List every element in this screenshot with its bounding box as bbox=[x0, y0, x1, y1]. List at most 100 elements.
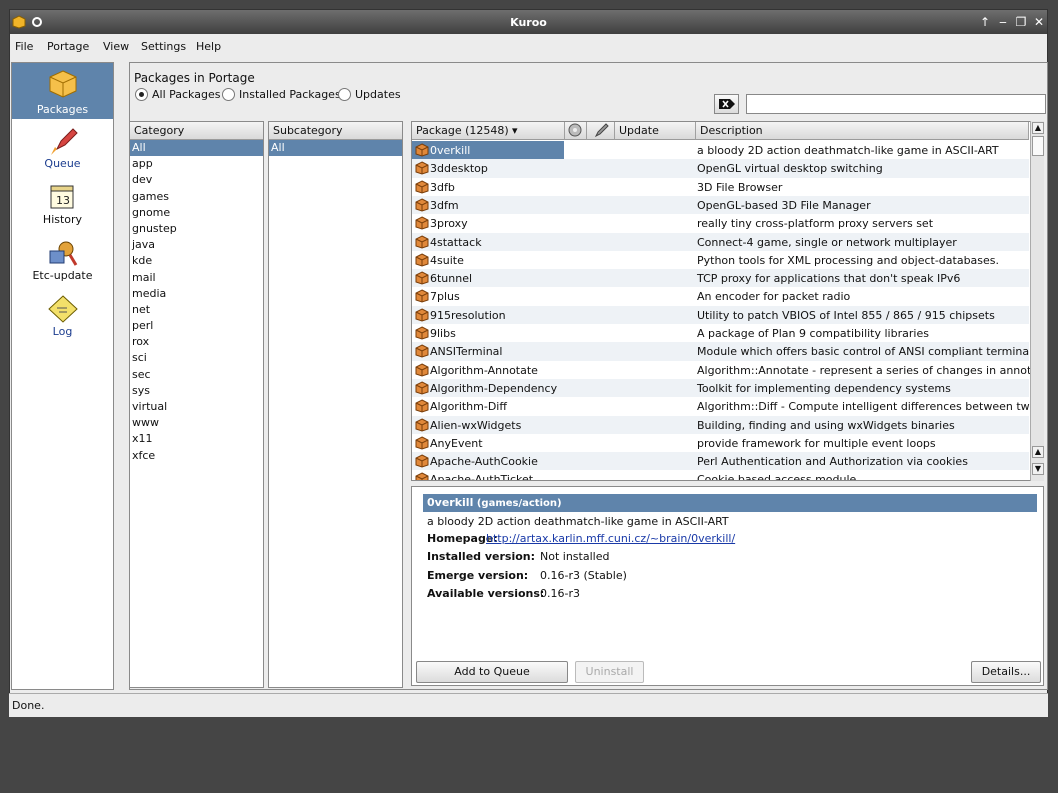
table-row[interactable]: Algorithm-Annotate Algorithm::Annotate - … bbox=[412, 361, 1043, 379]
add-to-queue-button[interactable]: Add to Queue bbox=[416, 661, 568, 683]
table-row[interactable]: 9libs A package of Plan 9 compatibility l… bbox=[412, 324, 1029, 342]
menu-view[interactable]: View bbox=[103, 40, 129, 53]
table-row[interactable]: 3proxy really tiny cross-platform proxy s… bbox=[412, 214, 1029, 232]
list-item[interactable]: sys bbox=[130, 383, 263, 399]
table-row[interactable]: 915resolution Utility to patch VBIOS of I… bbox=[412, 305, 1029, 324]
sidebar-item-history[interactable]: 13 History bbox=[12, 181, 113, 233]
list-item[interactable]: java bbox=[130, 237, 263, 253]
column-description[interactable]: Description bbox=[696, 122, 1029, 140]
menu-bar: File Portage View Settings Help bbox=[10, 34, 1047, 56]
list-item[interactable]: dev bbox=[130, 172, 263, 188]
column-update[interactable]: Update bbox=[615, 122, 696, 140]
maximize-icon[interactable]: ❐ bbox=[1013, 14, 1029, 30]
table-row[interactable]: Algorithm-Dependency Toolkit for implemen… bbox=[412, 378, 1029, 398]
list-item[interactable]: rox bbox=[130, 334, 263, 350]
list-item[interactable]: gnome bbox=[130, 205, 263, 221]
list-item[interactable]: mail bbox=[130, 270, 263, 286]
details-button[interactable]: Details... bbox=[971, 661, 1041, 683]
package-icon bbox=[415, 326, 429, 340]
table-row[interactable]: Algorithm-Diff Algorithm::Diff - Compute … bbox=[412, 397, 1043, 415]
list-item[interactable]: x11 bbox=[130, 431, 263, 447]
filter-label: Updates bbox=[355, 87, 401, 101]
subcategory-header[interactable]: Subcategory bbox=[269, 122, 402, 140]
sidebar-item-queue[interactable]: Queue bbox=[12, 125, 113, 177]
package-description: Perl Authentication and Authorization vi… bbox=[697, 455, 968, 469]
package-name: 3ddesktop bbox=[430, 162, 488, 176]
list-item[interactable]: app bbox=[130, 156, 263, 172]
available-versions-value: 0.16-r3 bbox=[540, 587, 580, 600]
list-item[interactable]: sci bbox=[130, 350, 263, 366]
column-installed[interactable] bbox=[565, 122, 587, 140]
table-row[interactable]: 7plus An encoder for packet radio bbox=[412, 287, 1029, 305]
list-item[interactable]: www bbox=[130, 415, 263, 431]
list-item[interactable]: perl bbox=[130, 318, 263, 334]
filter-all-packages[interactable]: All Packages bbox=[135, 87, 220, 101]
table-row[interactable]: 3dfm OpenGL-based 3D File Manager bbox=[412, 195, 1029, 215]
details-package-path: (games/action) bbox=[476, 498, 562, 509]
table-row[interactable]: 3dfb 3D File Browser bbox=[412, 178, 1029, 196]
radio-button[interactable] bbox=[222, 87, 235, 101]
menu-help[interactable]: Help bbox=[196, 40, 221, 53]
package-scrollbar[interactable]: ▲ ▲ ▼ bbox=[1030, 121, 1044, 481]
uninstall-button[interactable]: Uninstall bbox=[575, 661, 644, 683]
table-row[interactable]: Alien-wxWidgets Building, finding and usi… bbox=[412, 415, 1029, 434]
table-row[interactable]: AnyEvent provide framework for multiple e… bbox=[412, 434, 1029, 452]
scroll-thumb[interactable] bbox=[1032, 136, 1044, 156]
list-item[interactable]: games bbox=[130, 189, 263, 205]
tools-icon bbox=[49, 241, 77, 266]
table-row[interactable]: Apache-AuthCookie Perl Authentication and… bbox=[412, 452, 1029, 471]
column-package[interactable]: Package (12548) ▾ bbox=[412, 122, 565, 140]
clear-search-button[interactable] bbox=[714, 94, 739, 114]
sidebar-item-etc-update[interactable]: Etc-update bbox=[12, 237, 113, 289]
list-item[interactable]: kde bbox=[130, 253, 263, 269]
scroll-up-icon[interactable]: ▲ bbox=[1032, 446, 1044, 458]
installed-version-label: Installed version: bbox=[427, 550, 536, 563]
package-icon bbox=[415, 472, 429, 480]
column-queued[interactable] bbox=[587, 122, 615, 140]
package-name: Algorithm-Annotate bbox=[430, 363, 538, 377]
sidebar-item-log[interactable]: Log bbox=[12, 293, 113, 345]
table-row[interactable]: 4stattack Connect-4 game, single or netwo… bbox=[412, 232, 1029, 251]
window-title: Kuroo bbox=[510, 16, 547, 29]
table-row[interactable]: 3ddesktop OpenGL virtual desktop switchin… bbox=[412, 159, 1029, 178]
filter-label: Installed Packages bbox=[239, 87, 341, 101]
list-item[interactable]: xfce bbox=[130, 448, 263, 464]
radio-button[interactable] bbox=[135, 87, 148, 101]
package-description: Toolkit for implementing dependency syst… bbox=[697, 381, 951, 395]
package-name: 915resolution bbox=[430, 308, 506, 322]
close-icon[interactable]: ✕ bbox=[1031, 14, 1047, 30]
homepage-link[interactable]: http://artax.karlin.mff.cuni.cz/~brain/0… bbox=[486, 532, 735, 545]
list-item[interactable]: All bbox=[130, 140, 263, 157]
search-input[interactable] bbox=[746, 94, 1046, 114]
table-row[interactable]: 6tunnel TCP proxy for applications that d… bbox=[412, 269, 1029, 288]
minimize-icon[interactable]: ‒ bbox=[995, 14, 1011, 30]
menu-settings[interactable]: Settings bbox=[141, 40, 186, 53]
radio-button[interactable] bbox=[338, 87, 351, 101]
category-header[interactable]: Category bbox=[130, 122, 263, 140]
keep-above-icon[interactable]: ↑ bbox=[977, 14, 993, 30]
table-row[interactable]: 0verkill a bloody 2D action deathmatch-li… bbox=[412, 141, 1029, 159]
emerge-version-value: 0.16-r3 (Stable) bbox=[540, 569, 627, 582]
table-row[interactable]: 4suite Python tools for XML processing an… bbox=[412, 251, 1029, 269]
table-row[interactable]: ANSITerminal Module which offers basic co… bbox=[412, 342, 1038, 361]
list-item[interactable]: media bbox=[130, 286, 263, 302]
list-item[interactable]: All bbox=[269, 140, 402, 157]
table-row[interactable]: Apache-AuthTicket Cookie based access mod… bbox=[412, 470, 1029, 480]
menu-file[interactable]: File bbox=[15, 40, 33, 53]
list-item[interactable]: net bbox=[130, 302, 263, 318]
list-item[interactable]: sec bbox=[130, 367, 263, 383]
package-icon bbox=[415, 344, 429, 358]
list-item[interactable]: virtual bbox=[130, 399, 263, 415]
package-name: 4stattack bbox=[430, 235, 482, 249]
sidebar-item-packages[interactable]: Packages bbox=[12, 63, 113, 119]
menu-portage[interactable]: Portage bbox=[47, 40, 89, 53]
filter-installed-packages[interactable]: Installed Packages bbox=[222, 87, 341, 101]
scroll-up-icon[interactable]: ▲ bbox=[1032, 122, 1044, 134]
list-item[interactable]: gnustep bbox=[130, 221, 263, 237]
filter-updates[interactable]: Updates bbox=[338, 87, 401, 101]
filter-label: All Packages bbox=[152, 87, 221, 101]
scroll-down-icon[interactable]: ▼ bbox=[1032, 463, 1044, 475]
installed-version-value: Not installed bbox=[540, 550, 610, 563]
package-description: a bloody 2D action deathmatch-like game … bbox=[697, 144, 999, 157]
sidebar-item-label: Etc-update bbox=[32, 269, 93, 282]
